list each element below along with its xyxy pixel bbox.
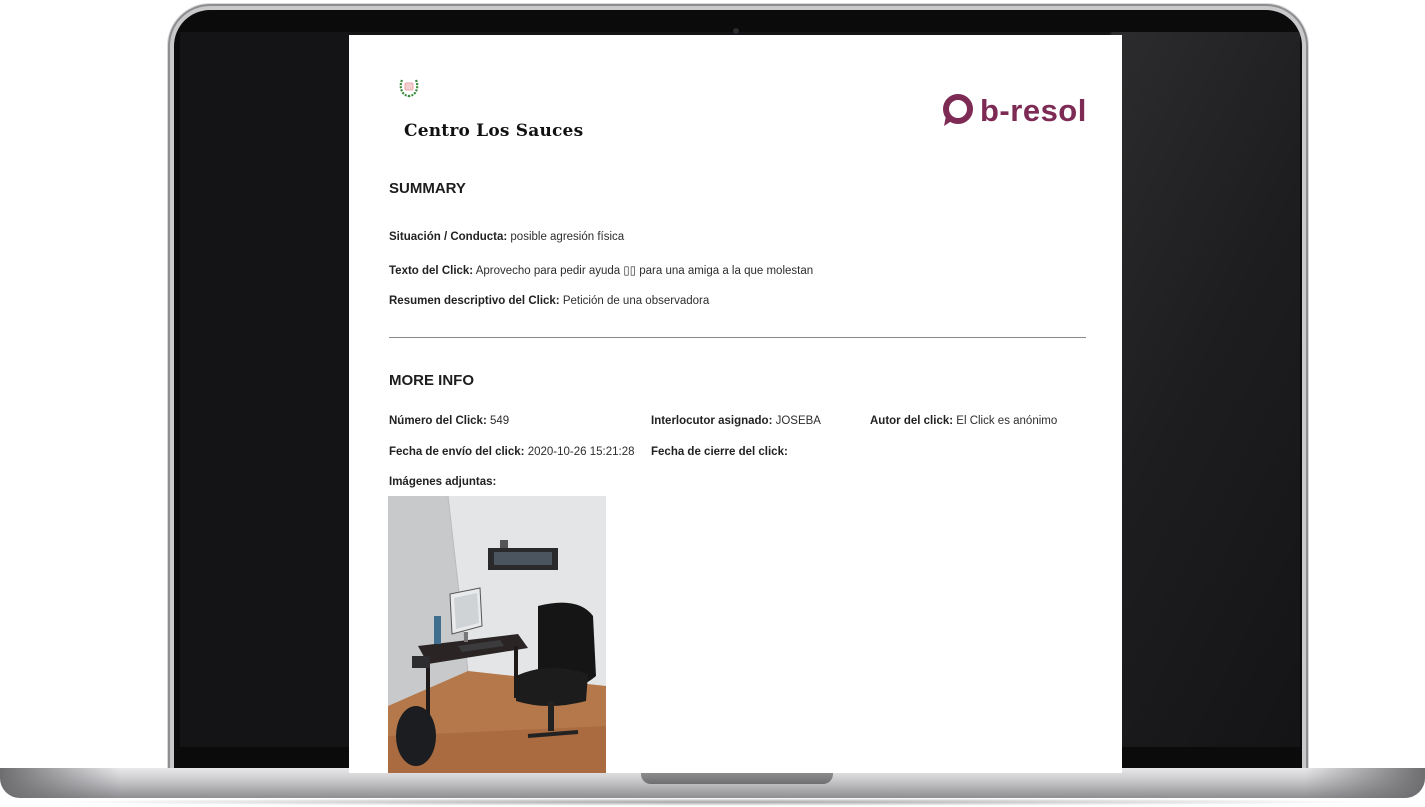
click-summary-label: Resumen descriptivo del Click: [389,295,560,307]
speech-bubble-logo-icon [943,94,973,126]
click-number-value: 549 [486,415,510,427]
click-summary-field: Resumen descriptivo del Click: Petición … [389,295,709,307]
report-document: Centro Los Sauces b-resol SUMMARY Situac… [349,35,1122,773]
laptop-base-right-shade [1305,768,1425,798]
author-value: El Click es anónimo [953,415,1058,427]
sent-date-field: Fecha de envío del click: 2020-10-26 15:… [389,446,634,458]
summary-heading: SUMMARY [389,180,466,197]
author-label: Autor del click: [870,415,954,427]
sent-date-value: 2020-10-26 15:21:28 [524,446,635,458]
interlocutor-field: Interlocutor asignado: JOSEBA [651,415,821,427]
interlocutor-value: JOSEBA [772,415,821,427]
more-info-heading: MORE INFO [389,372,474,389]
situation-field: Situación / Conducta: posible agresión f… [389,231,624,243]
click-text-value: Aprovecho para pedir ayuda ▯▯ para una a… [473,265,814,277]
school-laurel-logo-icon [399,79,419,98]
click-summary-value: Petición de una observadora [559,295,710,307]
attached-photo-thumbnail[interactable] [388,496,606,773]
sent-date-label: Fecha de envío del click: [389,446,525,458]
attached-images-label: Imágenes adjuntas: [389,476,497,488]
webcam-icon [733,28,739,34]
situation-value: posible agresión física [507,231,625,243]
click-text-field: Texto del Click: Aprovecho para pedir ay… [389,263,813,277]
click-number-field: Número del Click: 549 [389,415,509,427]
close-date-field: Fecha de cierre del click: [651,446,788,458]
brand-name: b-resol [980,93,1087,128]
laptop-shadow [40,798,1385,806]
close-date-label: Fecha de cierre del click: [651,446,788,458]
brand-logo: b-resol [941,91,1087,131]
section-divider [389,337,1086,338]
author-field: Autor del click: El Click es anónimo [870,415,1057,427]
interlocutor-label: Interlocutor asignado: [651,415,773,427]
school-name: Centro Los Sauces [404,121,584,141]
click-text-label: Texto del Click: [389,265,474,277]
situation-label: Situación / Conducta: [389,231,508,243]
click-number-label: Número del Click: [389,415,487,427]
attached-images-field: Imágenes adjuntas: [389,476,496,488]
laptop-base-left-shade [0,768,120,798]
